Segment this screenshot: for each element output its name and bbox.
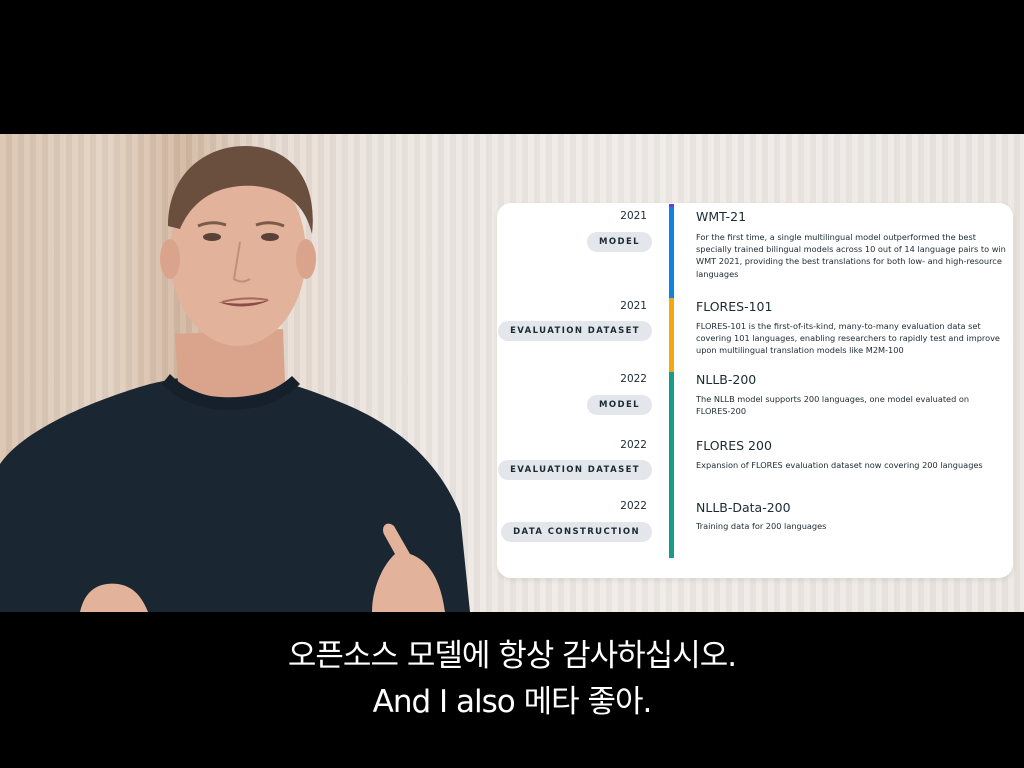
subtitle-area: 오픈소스 모델에 항상 감사하십시오. And I also 메타 좋아.	[0, 612, 1024, 768]
entry-title: FLORES-101	[696, 299, 773, 314]
presenter	[0, 146, 470, 612]
entry-tag: MODEL	[587, 232, 652, 252]
entry-year: 2022	[620, 373, 647, 385]
entry-year: 2021	[620, 210, 647, 222]
timeline-bar-nllb	[669, 372, 674, 558]
entry-title: NLLB-200	[696, 372, 757, 387]
letterbox-top	[0, 0, 1024, 134]
timeline-bar-flores101	[669, 298, 674, 372]
subtitle-line-2: And I also 메타 좋아.	[372, 684, 653, 720]
entry-description: For the first time, a single multilingua…	[696, 232, 1006, 279]
entry-description: FLORES-101 is the first-of-its-kind, man…	[696, 321, 1000, 356]
entry-tag: DATA CONSTRUCTION	[501, 522, 652, 542]
timeline-bar-wmt21	[669, 204, 674, 298]
entry-title: NLLB-Data-200	[696, 500, 791, 515]
entry-year: 2022	[620, 439, 647, 451]
entry-description: Expansion of FLORES evaluation dataset n…	[696, 460, 983, 470]
entry-tag: MODEL	[587, 395, 652, 415]
entry-title: WMT-21	[696, 209, 747, 224]
entry-tag: EVALUATION DATASET	[498, 460, 652, 480]
entry-tag: EVALUATION DATASET	[498, 321, 652, 341]
entry-title: FLORES 200	[696, 438, 772, 453]
entry-description: The NLLB model supports 200 languages, o…	[696, 394, 970, 417]
entry-year: 2022	[620, 500, 647, 512]
subtitle-line-1: 오픈소스 모델에 항상 감사하십시오.	[287, 638, 737, 674]
entry-year: 2021	[620, 300, 647, 312]
entry-description: Training data for 200 languages	[696, 521, 827, 531]
